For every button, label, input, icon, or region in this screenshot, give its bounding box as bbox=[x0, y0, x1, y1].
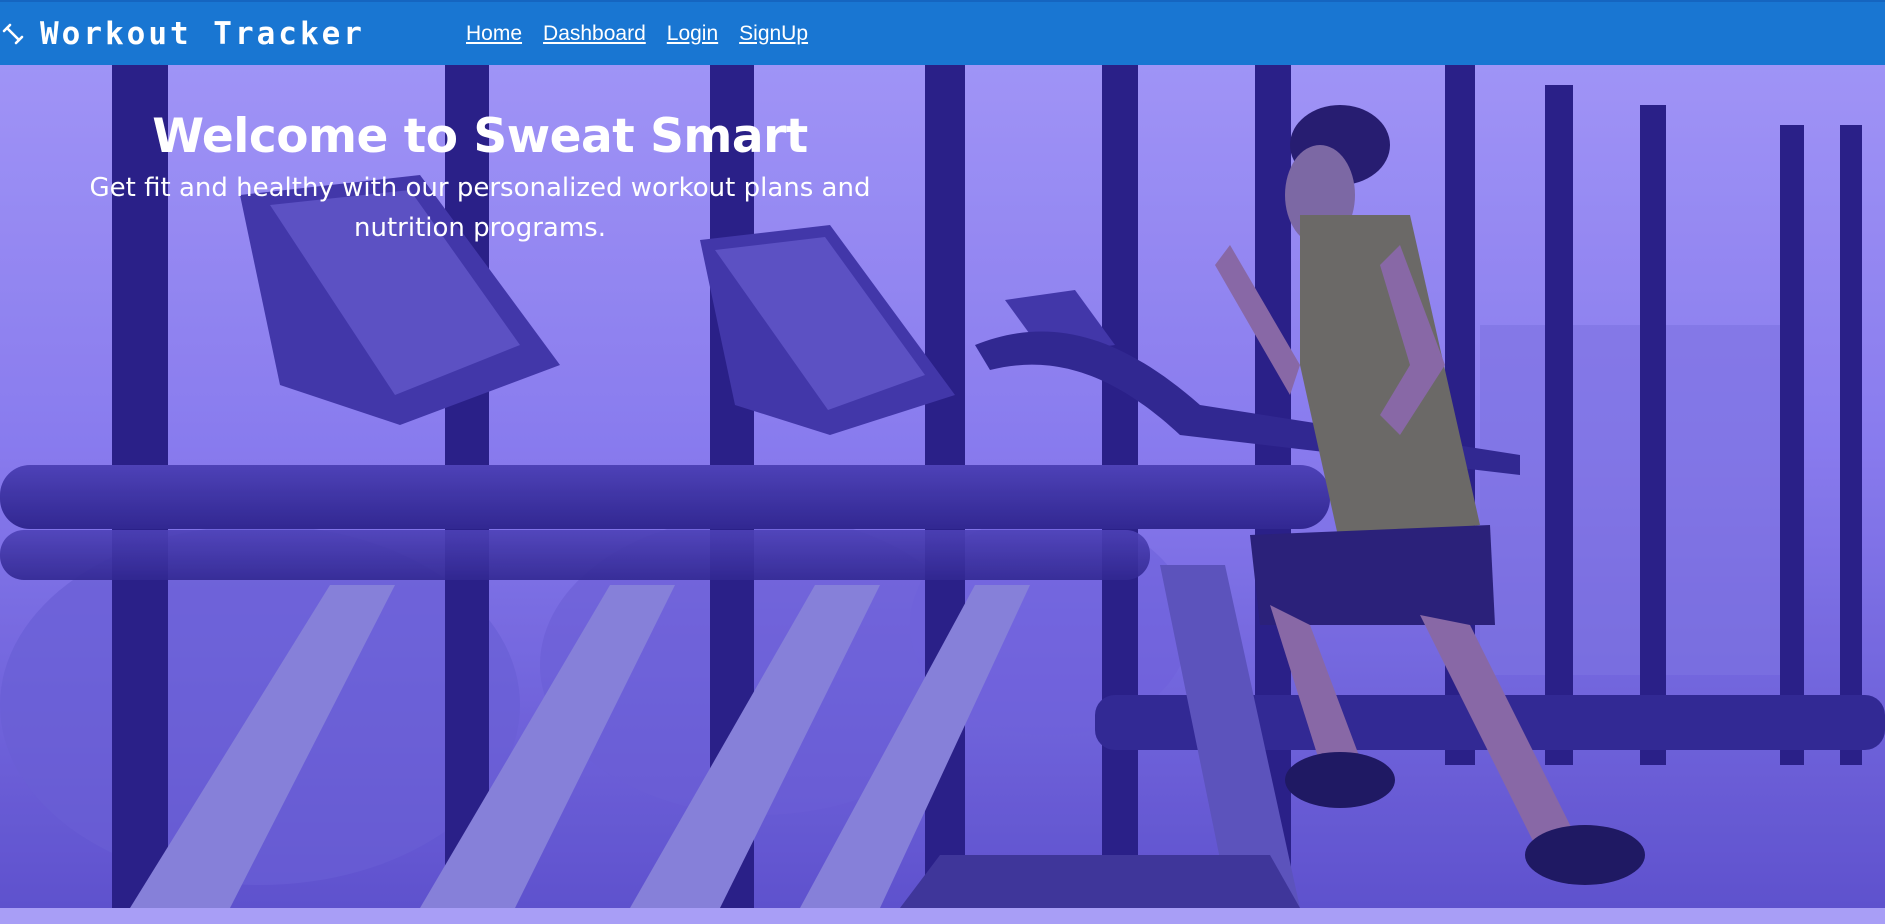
top-navbar: Workout Tracker Home Dashboard Login Sig… bbox=[0, 0, 1885, 65]
brand-title: Workout Tracker bbox=[40, 15, 365, 52]
page-bottom-strip bbox=[0, 908, 1885, 924]
brand[interactable]: Workout Tracker bbox=[2, 16, 466, 52]
hero-title: Welcome to Sweat Smart bbox=[152, 109, 808, 164]
hero-text-block: Welcome to Sweat Smart Get fit and healt… bbox=[60, 109, 900, 248]
nav-link-login[interactable]: Login bbox=[667, 22, 718, 46]
nav-link-signup[interactable]: SignUp bbox=[739, 22, 808, 46]
hero-section: Welcome to Sweat Smart Get fit and healt… bbox=[0, 65, 1885, 908]
nav-link-home[interactable]: Home bbox=[466, 22, 522, 46]
nav-links: Home Dashboard Login SignUp bbox=[466, 22, 829, 46]
nav-link-dashboard[interactable]: Dashboard bbox=[543, 22, 646, 46]
dumbbell-icon bbox=[2, 23, 24, 45]
hero-subtitle: Get fit and healthy with our personalize… bbox=[89, 173, 871, 243]
